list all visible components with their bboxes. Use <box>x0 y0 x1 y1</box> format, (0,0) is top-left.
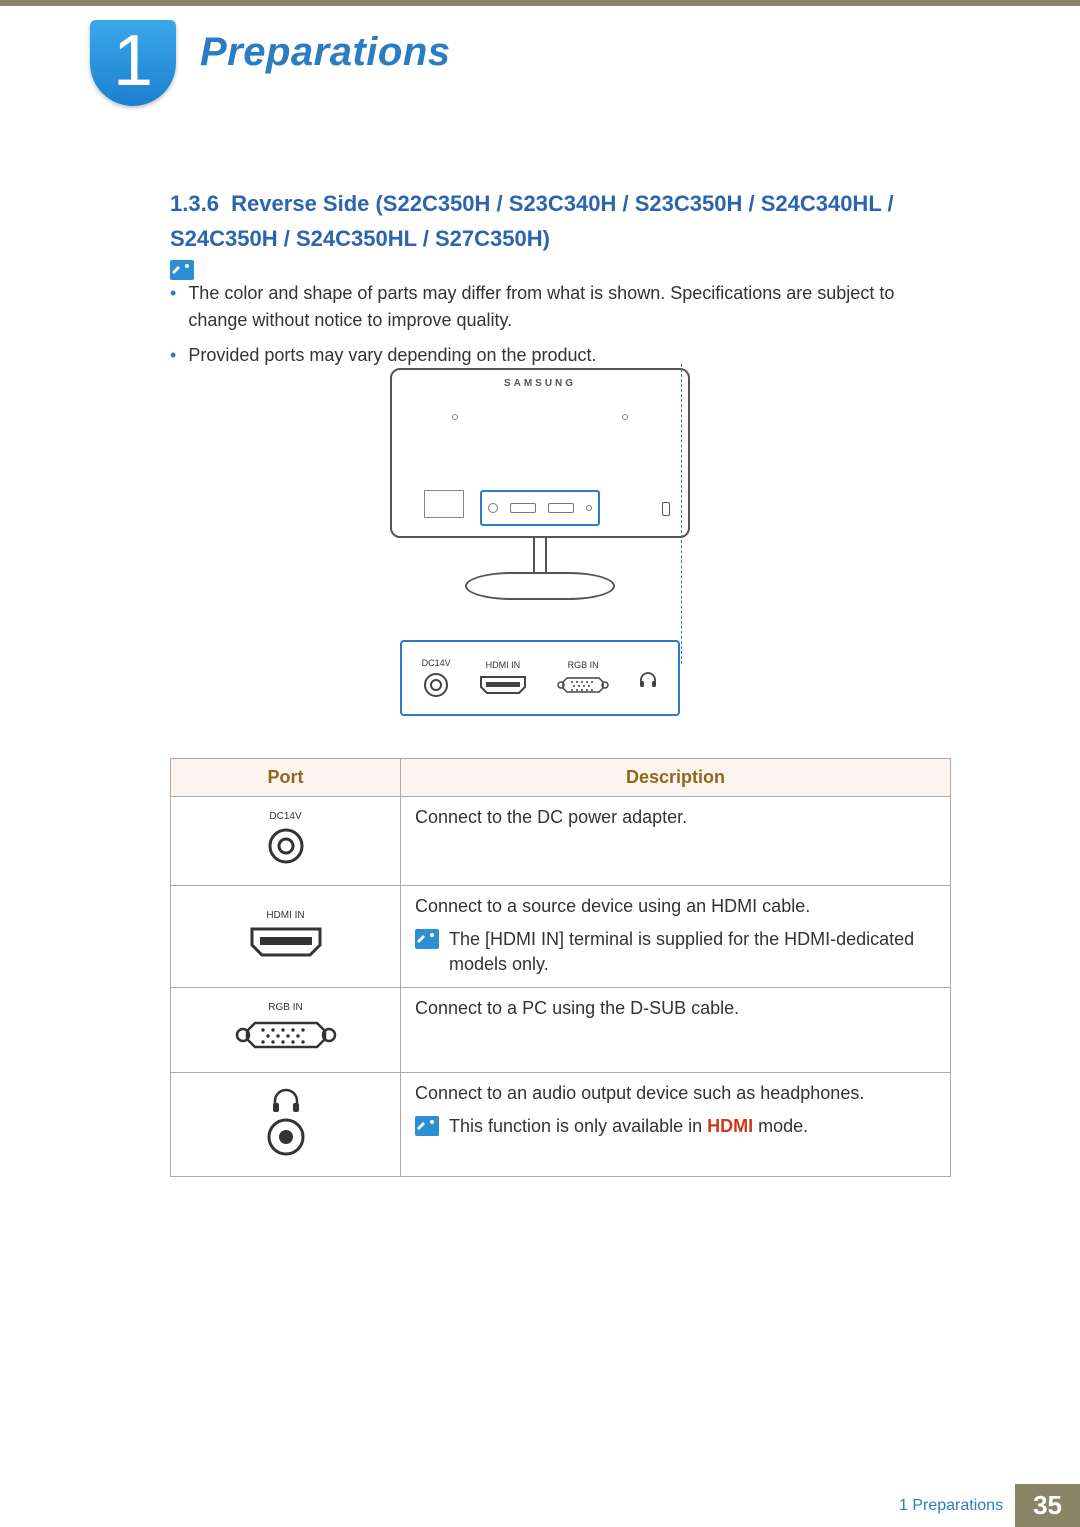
note-text: This function is only available in HDMI … <box>449 1114 808 1139</box>
ports-description-table: Port Description DC14V Connect to the DC… <box>170 758 951 1177</box>
section-number: 1.3.6 <box>170 191 219 216</box>
page-footer: 1 Preparations 35 <box>0 1485 1080 1527</box>
vga-port-icon <box>555 674 611 696</box>
port-label: DC14V <box>422 658 451 668</box>
description-cell: Connect to the DC power adapter. <box>401 797 951 886</box>
description-text: Connect to a source device using an HDMI… <box>415 896 936 917</box>
inline-note: The [HDMI IN] terminal is supplied for t… <box>415 927 936 977</box>
top-accent-bar <box>0 0 1080 6</box>
bullet-dot-icon: • <box>170 342 188 369</box>
table-row: Connect to an audio output device such a… <box>171 1073 951 1177</box>
dc-port: DC14V <box>422 658 451 698</box>
port-cell-hdmi: HDMI IN <box>171 886 401 988</box>
kensington-slot-icon <box>662 502 670 516</box>
list-item: • The color and shape of parts may diffe… <box>170 280 930 334</box>
port-panel-small <box>480 490 600 526</box>
hdmi-port-icon <box>510 503 536 513</box>
note-icon <box>415 929 439 949</box>
headphone-port-icon <box>638 670 658 690</box>
hdmi-port-icon <box>246 925 326 959</box>
note-icon <box>415 1116 439 1136</box>
port-cell-vga: RGB IN <box>171 988 401 1073</box>
bullet-dot-icon: • <box>170 280 188 334</box>
port-label: RGB IN <box>185 1002 386 1013</box>
monitor-stand <box>465 572 615 600</box>
chapter-number-badge: 1 <box>90 20 176 106</box>
audio-jack-icon <box>266 1117 306 1157</box>
note-icon <box>170 260 194 280</box>
notes-block: • The color and shape of parts may diffe… <box>170 258 970 377</box>
monitor-back-outline: SAMSUNG <box>390 368 690 538</box>
table-row: HDMI IN Connect to a source device using… <box>171 886 951 988</box>
vga-port-icon <box>231 1017 341 1053</box>
note-text: The color and shape of parts may differ … <box>188 280 930 334</box>
monitor-neck <box>533 538 547 574</box>
note-text: The [HDMI IN] terminal is supplied for t… <box>449 927 936 977</box>
table-row: RGB IN Connect to a PC using the D-SUB c… <box>171 988 951 1073</box>
hdmi-port: HDMI IN <box>478 660 528 696</box>
port-cell-headphone <box>171 1073 401 1177</box>
table-row: DC14V Connect to the DC power adapter. <box>171 797 951 886</box>
footer-page-number: 35 <box>1015 1484 1080 1527</box>
note-prefix: This function is only available in <box>449 1116 707 1136</box>
port-label: HDMI IN <box>185 910 386 921</box>
note-text: Provided ports may vary depending on the… <box>188 342 596 369</box>
dc-port-icon <box>423 672 449 698</box>
port-label: RGB IN <box>555 660 611 670</box>
headphone-port <box>638 666 658 690</box>
description-text: Connect to a PC using the D-SUB cable. <box>415 998 936 1019</box>
description-cell: Connect to a source device using an HDMI… <box>401 886 951 988</box>
footer-chapter-ref: 1 Preparations <box>899 1497 1003 1515</box>
notes-list: • The color and shape of parts may diffe… <box>170 280 930 377</box>
port-cell-dc: DC14V <box>171 797 401 886</box>
description-cell: Connect to an audio output device such a… <box>401 1073 951 1177</box>
headphone-port-icon <box>586 505 592 511</box>
description-cell: Connect to a PC using the D-SUB cable. <box>401 988 951 1073</box>
headphone-icon <box>271 1087 301 1113</box>
reverse-side-diagram: SAMSUNG DC14V HDMI IN <box>0 368 1080 716</box>
dc-port-icon <box>266 826 306 866</box>
port-detail-panel: DC14V HDMI IN RGB IN <box>400 640 680 716</box>
callout-line <box>681 364 682 664</box>
description-text: Connect to an audio output device such a… <box>415 1083 936 1104</box>
port-label: DC14V <box>185 811 386 822</box>
table-header-description: Description <box>401 759 951 797</box>
dc-port-icon <box>488 503 498 513</box>
inline-note: This function is only available in HDMI … <box>415 1114 936 1139</box>
table-header-port: Port <box>171 759 401 797</box>
vga-port-icon <box>548 503 574 513</box>
note-suffix: mode. <box>753 1116 808 1136</box>
section-title: Reverse Side (S22C350H / S23C340H / S23C… <box>170 191 894 251</box>
hdmi-emphasis: HDMI <box>707 1116 753 1136</box>
screw-icon <box>622 414 628 420</box>
vga-port: RGB IN <box>555 660 611 696</box>
description-text: Connect to the DC power adapter. <box>415 807 936 828</box>
chapter-title: Preparations <box>200 30 451 75</box>
screw-icon <box>452 414 458 420</box>
brand-label: SAMSUNG <box>392 378 688 389</box>
mount-rect <box>424 490 464 518</box>
port-label: HDMI IN <box>478 660 528 670</box>
hdmi-port-icon <box>478 674 528 696</box>
section-heading: 1.3.6 Reverse Side (S22C350H / S23C340H … <box>170 186 970 256</box>
list-item: • Provided ports may vary depending on t… <box>170 342 930 369</box>
